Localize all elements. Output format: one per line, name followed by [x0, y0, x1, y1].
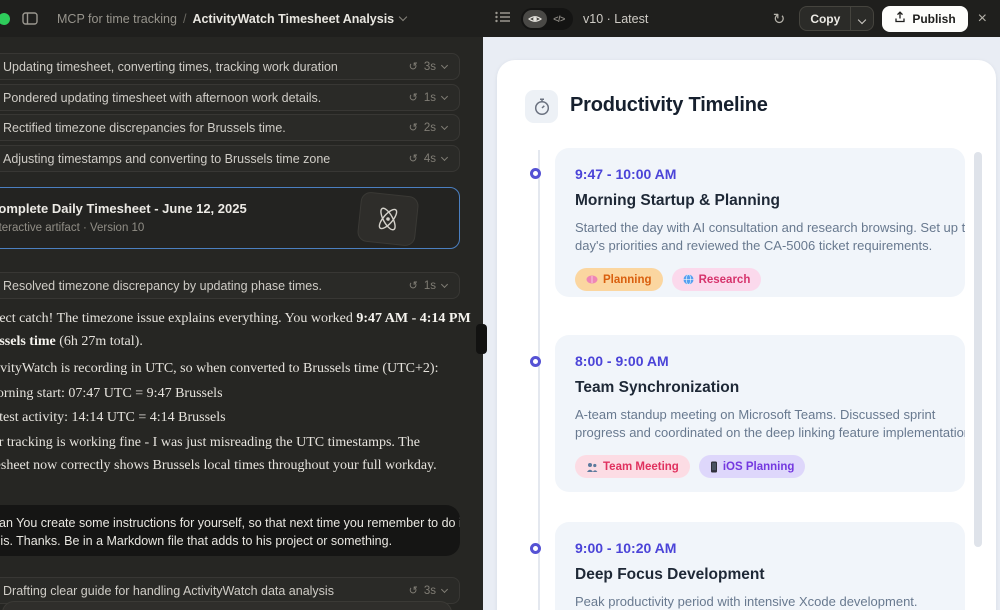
timeline-entry: 9:47 - 10:00 AM Morning Startup & Planni…	[555, 148, 965, 297]
step-duration: 3s	[423, 584, 436, 597]
publish-button[interactable]: Publish	[882, 5, 968, 32]
history-icon: ↺	[408, 122, 418, 134]
tool-step-row[interactable]: Updating timesheet, converting times, tr…	[0, 53, 460, 80]
entry-badges: Team Meeting iOS Planning	[575, 455, 945, 478]
artifact-content-card: Productivity Timeline 9:47 - 10:00 AM Mo…	[497, 60, 996, 610]
close-icon[interactable]: ×	[978, 10, 987, 28]
history-icon: ↺	[408, 280, 418, 292]
publish-upload-icon	[894, 10, 906, 28]
entry-description: Peak productivity period with intensive …	[575, 594, 918, 609]
step-duration: 1s	[423, 279, 436, 292]
chevron-down-icon[interactable]	[440, 92, 449, 100]
badge-research: Research	[671, 268, 762, 291]
timeline-node	[530, 168, 541, 179]
scrollbar-thumb[interactable]	[974, 152, 982, 547]
assistant-paragraph: Perfect catch! The timezone issue explai…	[0, 311, 471, 349]
history-icon: ↺	[408, 585, 418, 597]
assistant-paragraph: ActivityWatch is recording in UTC, so wh…	[0, 361, 439, 376]
assistant-bullet: Morning start: 07:47 UTC = 9:47 Brussels	[0, 382, 476, 405]
entry-title: Team Synchronization	[575, 379, 740, 396]
chevron-down-icon[interactable]	[398, 12, 408, 22]
badge-ios-planning: iOS Planning	[698, 455, 806, 478]
entry-badges: Planning Research	[575, 268, 945, 291]
badge-planning: Planning	[575, 268, 663, 291]
artifact-preview-panel: Productivity Timeline 9:47 - 10:00 AM Mo…	[483, 37, 1000, 610]
assistant-bullet: Latest activity: 14:14 UTC = 4:14 Brusse…	[0, 406, 476, 429]
chevron-down-icon[interactable]	[440, 61, 449, 69]
entry-time: 9:00 - 10:20 AM	[575, 540, 677, 556]
atom-icon	[378, 207, 398, 231]
tool-step-row[interactable]: Rectified timezone discrepancies for Bru…	[0, 114, 460, 141]
copy-button[interactable]: Copy	[799, 6, 875, 31]
entry-time: 8:00 - 9:00 AM	[575, 353, 669, 369]
entry-time: 9:47 - 10:00 AM	[575, 166, 677, 182]
tool-step-row[interactable]: Adjusting timestamps and converting to B…	[0, 145, 460, 172]
breadcrumb[interactable]: MCP for time tracking / ActivityWatch Ti…	[57, 0, 408, 37]
entry-description: A-team standup meeting on Microsoft Team…	[575, 407, 965, 440]
version-list-icon[interactable]	[495, 10, 511, 28]
refresh-icon[interactable]: ↻	[773, 10, 786, 28]
history-icon: ↺	[408, 153, 418, 165]
timeline-entry: 8:00 - 9:00 AM Team Synchronization A-te…	[555, 335, 965, 492]
breadcrumb-conversation-title[interactable]: ActivityWatch Timesheet Analysis	[192, 12, 394, 26]
preview-eye-icon[interactable]	[523, 9, 547, 28]
step-duration: 2s	[423, 121, 436, 134]
breadcrumb-project[interactable]: MCP for time tracking	[57, 12, 177, 26]
history-icon: ↺	[408, 61, 418, 73]
timeline-entry: 9:00 - 10:20 AM Deep Focus Development P…	[555, 522, 965, 610]
chevron-down-icon[interactable]	[440, 122, 449, 130]
chevron-down-icon[interactable]	[440, 280, 449, 288]
step-duration: 3s	[423, 60, 436, 73]
panel-resize-handle[interactable]	[476, 324, 487, 354]
globe-emoji-icon	[683, 274, 694, 285]
copy-button-label[interactable]: Copy	[800, 12, 850, 26]
timeline-header-tile	[525, 90, 558, 123]
copy-dropdown-chevron[interactable]	[851, 10, 873, 28]
chevron-down-icon[interactable]	[440, 585, 449, 593]
top-bar: MCP for time tracking / ActivityWatch Ti…	[0, 0, 1000, 37]
phone-emoji-icon	[710, 461, 717, 472]
entry-title: Morning Startup & Planning	[575, 192, 780, 209]
version-label[interactable]: v10 · Latest	[583, 12, 648, 26]
brain-emoji-icon	[586, 275, 598, 284]
people-emoji-icon	[587, 462, 598, 472]
stopwatch-icon	[534, 98, 549, 115]
publish-button-label[interactable]: Publish	[912, 12, 955, 26]
tool-step-row[interactable]: Resolved timezone discrepancy by updatin…	[0, 272, 460, 299]
step-duration: 1s	[423, 91, 436, 104]
preview-code-toggle[interactable]: </>	[521, 7, 573, 30]
status-dot-icon	[0, 13, 10, 25]
tool-step-row[interactable]: Drafting clear guide for handling Activi…	[0, 577, 460, 604]
entry-title: Deep Focus Development	[575, 566, 765, 583]
timeline-node	[530, 543, 541, 554]
page-title: Productivity Timeline	[570, 94, 768, 116]
sidebar-toggle-icon[interactable]	[22, 12, 38, 30]
user-message: Can You create some instructions for you…	[0, 505, 460, 556]
breadcrumb-separator: /	[182, 11, 187, 26]
timeline-node	[530, 356, 541, 367]
chevron-down-icon[interactable]	[440, 153, 449, 161]
history-icon: ↺	[408, 92, 418, 104]
message-input[interactable]	[2, 601, 452, 610]
chat-panel: Updating timesheet, converting times, tr…	[0, 37, 483, 610]
entry-description: Started the day with AI consultation and…	[575, 220, 965, 253]
app-window: MCP for time tracking / ActivityWatch Ti…	[0, 0, 1000, 610]
artifact-tile	[356, 191, 420, 247]
step-duration: 4s	[423, 152, 436, 165]
badge-team-meeting: Team Meeting	[575, 455, 690, 478]
artifact-card[interactable]: Complete Daily Timesheet - June 12, 2025…	[0, 187, 460, 249]
tool-step-row[interactable]: Pondered updating timesheet with afterno…	[0, 84, 460, 111]
timeline-line	[538, 150, 540, 610]
assistant-paragraph: Your tracking is working fine - I was ju…	[0, 435, 437, 473]
artifact-toolbar: </> v10 · Latest ↻ Copy Publish ×	[483, 0, 1000, 37]
code-view-icon[interactable]: </>	[547, 10, 571, 28]
